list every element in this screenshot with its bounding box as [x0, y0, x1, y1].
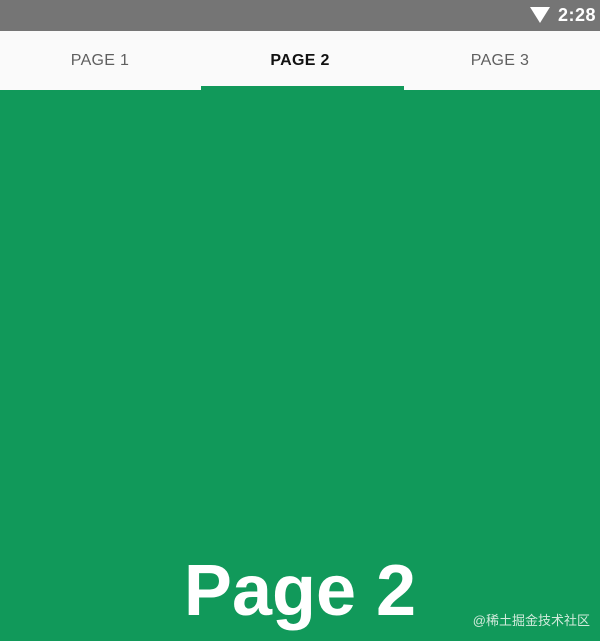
watermark: @稀土掘金技术社区	[472, 613, 590, 628]
page-content[interactable]: Page 2 @稀土掘金技术社区	[0, 90, 600, 641]
wifi-icon	[530, 7, 550, 23]
tab-page-3[interactable]: PAGE 3	[400, 31, 600, 90]
tab-bar: PAGE 1 PAGE 2 PAGE 3	[0, 31, 600, 90]
tab-page-2[interactable]: PAGE 2	[200, 31, 400, 90]
status-time: 2:28	[557, 5, 596, 25]
tab-page-1[interactable]: PAGE 1	[0, 31, 200, 90]
status-bar: 2:28	[0, 0, 600, 31]
